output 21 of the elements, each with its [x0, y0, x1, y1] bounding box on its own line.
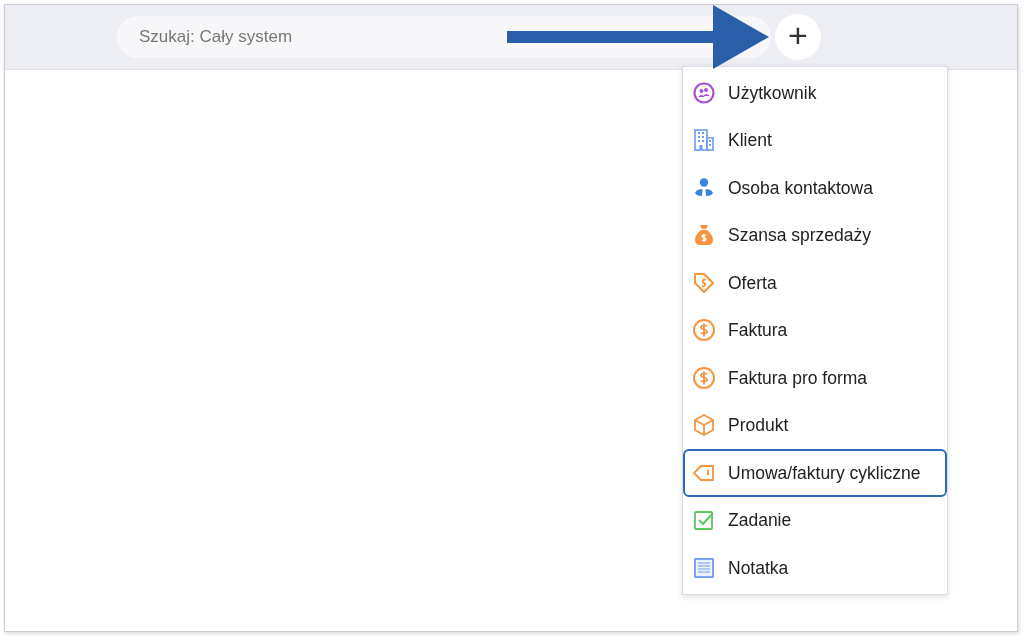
add-button[interactable]: +: [775, 14, 821, 60]
menu-item[interactable]: Faktura pro forma: [683, 354, 947, 402]
menu-item[interactable]: Notatka: [683, 544, 947, 592]
money-bag-icon: [692, 223, 716, 248]
menu-item[interactable]: Osoba kontaktowa: [683, 164, 947, 212]
menu-item[interactable]: Umowa/faktury cykliczne: [683, 449, 947, 497]
menu-item[interactable]: Oferta: [683, 259, 947, 307]
note-icon: [692, 555, 716, 580]
box-icon: [692, 413, 716, 438]
menu-item[interactable]: Użytkownik: [683, 69, 947, 117]
checkbox-icon: [692, 508, 716, 533]
menu-item[interactable]: Faktura: [683, 306, 947, 354]
menu-item[interactable]: Produkt: [683, 401, 947, 449]
menu-item[interactable]: Klient: [683, 116, 947, 164]
dollar-coin-icon: [692, 365, 716, 390]
price-tag-icon: [692, 270, 716, 295]
building-icon: [692, 128, 716, 153]
dollar-coin-icon: [692, 318, 716, 343]
user-circle-icon: [692, 80, 716, 105]
menu-item[interactable]: Szansa sprzedaży: [683, 211, 947, 259]
menu-item[interactable]: Zadanie: [683, 496, 947, 544]
